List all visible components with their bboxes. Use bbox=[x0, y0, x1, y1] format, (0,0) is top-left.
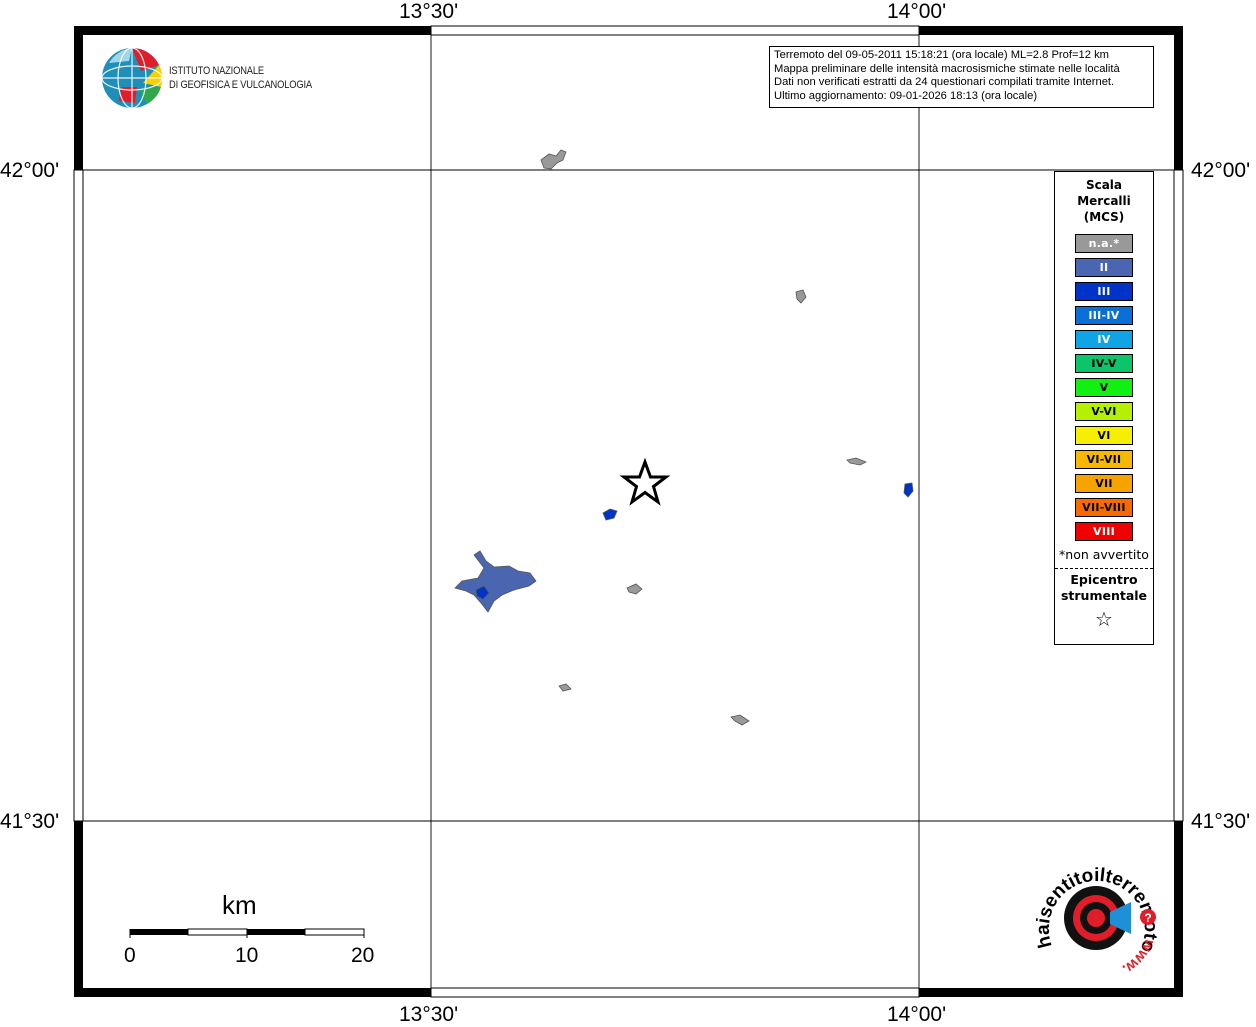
scale-bar-label: 10 bbox=[235, 944, 259, 967]
map-border-bars bbox=[73, 25, 1184, 998]
legend-title: Scala Mercalli (MCS) bbox=[1077, 178, 1131, 224]
scale-bar-label: 0 bbox=[124, 944, 136, 967]
legend-item: IV bbox=[1075, 330, 1133, 349]
locality-intensity-III bbox=[602, 508, 618, 521]
legend-item: II bbox=[1075, 258, 1133, 277]
star-icon: ☆ bbox=[1095, 607, 1113, 631]
lon-tick-label: 14°00' bbox=[887, 0, 947, 23]
legend-item: VII bbox=[1075, 474, 1133, 493]
event-info-line: Ultimo aggiornamento: 09-01-2026 18:13 (… bbox=[774, 89, 1038, 102]
lon-tick-label: 13°30' bbox=[399, 0, 459, 23]
legend-item: VI-VII bbox=[1075, 450, 1133, 469]
question-icon: ? bbox=[1144, 911, 1151, 925]
legend-divider bbox=[1055, 568, 1153, 569]
legend-item: V bbox=[1075, 378, 1133, 397]
locality-not-felt bbox=[730, 714, 750, 726]
legend-item: n.a.* bbox=[1075, 234, 1133, 253]
intensity-legend: Scala Mercalli (MCS) n.a.* II III III-IV IV I… bbox=[1054, 171, 1154, 645]
lon-tick-label: 14°00' bbox=[887, 1003, 947, 1026]
locality-intensity-II bbox=[454, 550, 537, 613]
locality-not-felt bbox=[846, 457, 867, 466]
lon-tick-label: 13°30' bbox=[399, 1003, 459, 1026]
lat-tick-label: 42°00' bbox=[1191, 159, 1251, 182]
locality-not-felt bbox=[626, 583, 643, 595]
lat-tick-label: 42°00' bbox=[0, 159, 60, 182]
legend-item: V-VI bbox=[1075, 402, 1133, 421]
locality-not-felt bbox=[795, 289, 807, 304]
ingv-logo-text: ISTITUTO NAZIONALE DI GEOFISICA E VULCAN… bbox=[169, 65, 312, 91]
event-info-line: Dati non verificati estratti da 24 quest… bbox=[774, 76, 1115, 88]
lat-tick-label: 41°30' bbox=[0, 810, 60, 833]
legend-item: VI bbox=[1075, 426, 1133, 445]
localities bbox=[454, 149, 914, 726]
legend-epicenter-label: Epicentro strumentale bbox=[1060, 572, 1148, 603]
legend-item: III-IV bbox=[1075, 306, 1133, 325]
legend-item: III bbox=[1075, 282, 1133, 301]
locality-not-felt bbox=[540, 149, 567, 170]
map-frame bbox=[77, 29, 1179, 993]
scale-bar bbox=[129, 928, 365, 938]
locality-intensity-III bbox=[903, 482, 914, 498]
event-info-line: Mappa preliminare delle intensità macros… bbox=[774, 62, 1120, 75]
event-info-line: Terremoto del 09-05-2011 15:18:21 (ora l… bbox=[774, 49, 1109, 61]
haisentito-logo: haisentitoilterremoto.it www. ? bbox=[1036, 860, 1161, 978]
event-info-box: Terremoto del 09-05-2011 15:18:21 (ora l… bbox=[769, 46, 1154, 108]
graticule bbox=[78, 30, 1178, 992]
legend-item: VIII bbox=[1075, 522, 1133, 541]
locality-not-felt bbox=[558, 683, 572, 692]
legend-note: *non avvertito bbox=[1059, 547, 1149, 562]
legend-item: IV-V bbox=[1075, 354, 1133, 373]
ingv-globe-logo bbox=[101, 47, 163, 109]
epicenter-star bbox=[619, 457, 671, 506]
legend-items: n.a.* II III III-IV IV IV-V V V-VI VI VI-VII VII VI… bbox=[1055, 234, 1153, 541]
legend-item: VII-VIII bbox=[1075, 498, 1133, 517]
scale-bar-label: 20 bbox=[351, 944, 375, 967]
lat-tick-label: 41°30' bbox=[1191, 810, 1251, 833]
scale-bar-unit: km bbox=[222, 890, 257, 920]
